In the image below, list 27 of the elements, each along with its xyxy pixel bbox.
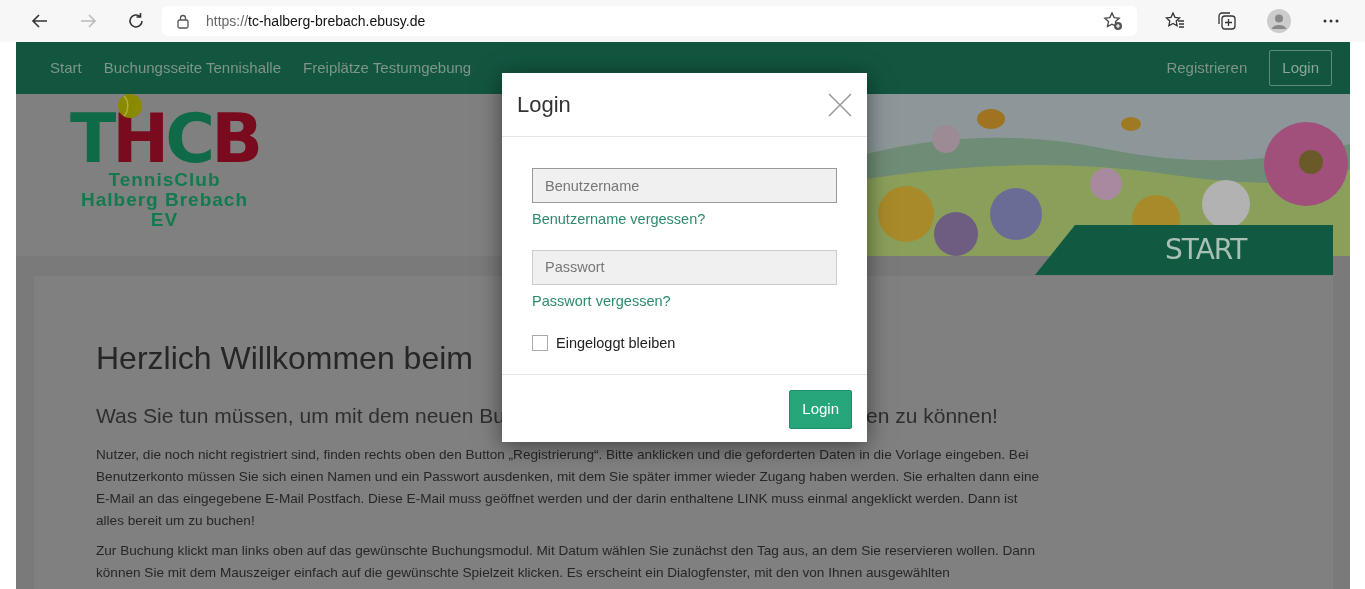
url-text: https://tc-halberg-brebach.ebusy.de [206,11,426,31]
forgot-username-link[interactable]: Benutzername vergessen? [532,209,706,231]
address-bar[interactable]: https://tc-halberg-brebach.ebusy.de [162,6,1137,36]
register-link[interactable]: Registrieren [1166,56,1248,80]
username-field[interactable]: Benutzername [532,168,837,203]
club-logo-letters: THCB [69,108,260,170]
remember-label[interactable]: Eingeloggt bleiben [556,332,676,355]
lock-icon [176,13,190,29]
submit-button[interactable]: Login [789,390,852,429]
body-paragraph: Zur Buchung klickt man links oben auf das gewünschte Buchungsmodul. Mit Datum wählen Sie zunächst den Tag aus, an dem Sie reservieren wollen. Dann können Sie mit dem Mauszeiger einfach auf die gewünschte Spielzeit klicken. Es erscheint ein Dialogfenster, mit den von Ihnen ausgewählten [96,542,1036,582]
nav-link[interactable]: Start [50,56,82,80]
nav-link[interactable]: Freiplätze Testumgebung [303,56,472,80]
close-button[interactable] [827,91,853,118]
body-paragraph: Nutzer, die noch nicht registriert sind, finden rechts oben den Button „Registrierung“. Bitte anklicken und die geforderten Daten in die Vorlage eingeben. Bei Benutzerkonto müssen Sie sich einen Namen und ein Passwort ausdenken, mit dem Sie später immer wieder Zugang haben werden. Sie erhalten dann eine E-Mail an das eingegebene E-Mail Postfach. Diese E-Mail muss geöffnet werden und der darin enthaltene LINK muss einmal angeklickt werden. Dann ist alles bereit um zu buchen! [96,446,1041,530]
reload-icon [129,12,143,28]
dialog-title: Login [517,91,571,119]
club-suffix: EV [150,210,179,230]
welcome-heading: Herzlich Willkommen beim [96,339,473,378]
club-name: Halberg Brebach [80,190,248,210]
remember-checkbox[interactable] [532,335,548,352]
subheading: en zu können! [866,403,998,429]
club-name: TennisClub [108,170,221,190]
login-button[interactable]: Login [1269,49,1332,87]
add-favorite-icon[interactable] [1103,11,1123,31]
nav-link[interactable]: Buchungsseite Tennishalle [103,56,282,80]
password-field[interactable]: Passwort [532,249,837,285]
forgot-password-link[interactable]: Passwort vergessen? [532,290,671,313]
